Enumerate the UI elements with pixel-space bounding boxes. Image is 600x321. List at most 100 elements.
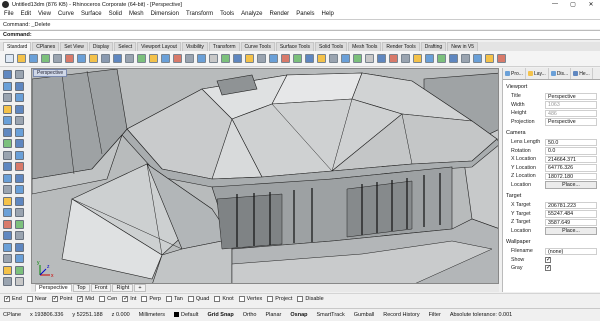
osnap-vertex[interactable]: Vertex	[238, 296, 262, 302]
gumball-toggle[interactable]: Gumball	[354, 312, 374, 318]
left-tool-icon[interactable]	[15, 196, 24, 206]
left-tool-icon[interactable]	[3, 196, 12, 206]
toolbar-tool-icon[interactable]	[305, 54, 314, 63]
menu-tools[interactable]: Tools	[220, 11, 234, 17]
toolbar-tool-icon[interactable]	[29, 54, 38, 63]
property-value[interactable]: (none)	[545, 247, 597, 255]
osnap-checkbox[interactable]	[141, 296, 148, 302]
osnap-end[interactable]: End	[4, 295, 22, 302]
toolbar-tool-icon[interactable]	[245, 54, 254, 63]
tab-drafting[interactable]: Drafting	[420, 42, 447, 51]
menu-curve[interactable]: Curve	[58, 11, 74, 17]
toolbar-tool-icon[interactable]	[401, 54, 410, 63]
add-viewport-tab-button[interactable]: +	[134, 284, 146, 292]
osnap-checkbox[interactable]	[267, 296, 274, 302]
property-value[interactable]: Perspective	[545, 92, 597, 100]
osnap-checkbox[interactable]	[26, 296, 33, 302]
tab-curve-tools[interactable]: Curve Tools	[240, 42, 275, 51]
viewport-tab-front[interactable]: Front	[90, 284, 112, 292]
toolbar-tool-icon[interactable]	[389, 54, 398, 63]
property-value[interactable]: 206781.223	[545, 201, 597, 209]
left-tool-icon[interactable]	[3, 150, 12, 160]
osnap-checkbox[interactable]	[77, 295, 83, 302]
viewport-tab-perspective[interactable]: Perspective	[35, 284, 72, 292]
left-tool-icon[interactable]	[3, 185, 12, 194]
tab-transform[interactable]: Transform	[208, 42, 240, 51]
left-tool-icon[interactable]	[3, 127, 12, 137]
left-tool-icon[interactable]	[15, 265, 24, 275]
tab-surface-tools[interactable]: Surface Tools	[275, 42, 315, 51]
toolbar-tool-icon[interactable]	[209, 54, 218, 63]
units-label[interactable]: Millimeters	[139, 312, 165, 318]
menu-view[interactable]: View	[38, 11, 51, 17]
property-value[interactable]: 3587.649	[545, 218, 597, 226]
toolbar-tool-icon[interactable]	[485, 54, 494, 63]
place-button[interactable]: Place...	[545, 181, 597, 189]
osnap-checkbox[interactable]	[297, 296, 304, 302]
maximize-button[interactable]: ▢	[564, 1, 582, 8]
toolbar-tool-icon[interactable]	[77, 54, 86, 63]
menu-surface[interactable]: Surface	[81, 11, 102, 17]
toolbar-tool-icon[interactable]	[101, 54, 110, 63]
left-tool-icon[interactable]	[15, 104, 24, 114]
property-value[interactable]: Perspective	[545, 118, 597, 126]
toolbar-tool-icon[interactable]	[437, 54, 446, 63]
smarttrack-toggle[interactable]: SmartTrack	[317, 312, 345, 318]
left-tool-icon[interactable]	[3, 116, 12, 125]
left-tool-icon[interactable]	[15, 185, 24, 194]
toolbar-tool-icon[interactable]	[65, 54, 74, 63]
place-button[interactable]: Place...	[545, 227, 597, 235]
toolbar-tool-icon[interactable]	[149, 54, 158, 63]
osnap-cen[interactable]: Cen	[99, 296, 117, 302]
viewport-tab-right[interactable]: Right	[112, 284, 134, 292]
tab-set-view[interactable]: Set View	[60, 42, 88, 51]
menu-render[interactable]: Render	[270, 11, 290, 17]
left-tool-icon[interactable]	[15, 127, 24, 137]
left-tool-icon[interactable]	[3, 231, 12, 240]
left-tool-icon[interactable]	[3, 162, 12, 171]
tab-visibility[interactable]: Visibility	[181, 42, 208, 51]
osnap-mid[interactable]: Mid	[77, 295, 94, 302]
toolbar-tool-icon[interactable]	[377, 54, 386, 63]
toolbar-tool-icon[interactable]	[137, 54, 146, 63]
left-tool-icon[interactable]	[3, 265, 12, 275]
toolbar-tool-icon[interactable]	[413, 54, 422, 63]
left-tool-icon[interactable]	[15, 208, 24, 217]
toolbar-tool-icon[interactable]	[197, 54, 206, 63]
left-tool-icon[interactable]	[3, 219, 12, 229]
menu-edit[interactable]: Edit	[21, 11, 31, 17]
tab-new-in-v5[interactable]: New in V5	[447, 42, 479, 51]
toolbar-tool-icon[interactable]	[353, 54, 362, 63]
toolbar-tool-icon[interactable]	[449, 54, 458, 63]
perspective-viewport[interactable]: x y z	[31, 68, 499, 284]
toolbar-tool-icon[interactable]	[497, 54, 506, 63]
toolbar-tool-icon[interactable]	[89, 54, 98, 63]
panel-tab-pro[interactable]: Pro...	[503, 68, 526, 79]
toolbar-tool-icon[interactable]	[269, 54, 278, 63]
toolbar-tool-icon[interactable]	[5, 54, 14, 63]
toolbar-tool-icon[interactable]	[233, 54, 242, 63]
toolbar-tool-icon[interactable]	[257, 54, 266, 63]
toolbar-tool-icon[interactable]	[425, 54, 434, 63]
left-tool-icon[interactable]	[15, 70, 24, 79]
toolbar-tool-icon[interactable]	[173, 54, 182, 63]
osnap-checkbox[interactable]	[238, 296, 245, 302]
osnap-checkbox[interactable]	[51, 295, 58, 302]
osnap-point[interactable]: Point	[51, 295, 72, 302]
left-tool-icon[interactable]	[15, 139, 24, 148]
left-tool-icon[interactable]	[15, 162, 24, 171]
left-tool-icon[interactable]	[3, 93, 12, 102]
toolbar-tool-icon[interactable]	[281, 54, 290, 63]
left-tool-icon[interactable]	[3, 242, 12, 252]
left-tool-icon[interactable]	[15, 93, 24, 102]
toolbar-tool-icon[interactable]	[125, 54, 134, 63]
left-tool-icon[interactable]	[3, 81, 12, 91]
toolbar-tool-icon[interactable]	[113, 54, 122, 63]
osnap-disable[interactable]: Disable	[297, 296, 324, 302]
osnap-project[interactable]: Project	[267, 296, 292, 302]
toolbar-tool-icon[interactable]	[341, 54, 350, 63]
menu-mesh[interactable]: Mesh	[129, 11, 144, 17]
property-checkbox[interactable]	[545, 256, 551, 263]
left-tool-icon[interactable]	[15, 277, 24, 286]
osnap-checkbox[interactable]	[4, 295, 10, 302]
